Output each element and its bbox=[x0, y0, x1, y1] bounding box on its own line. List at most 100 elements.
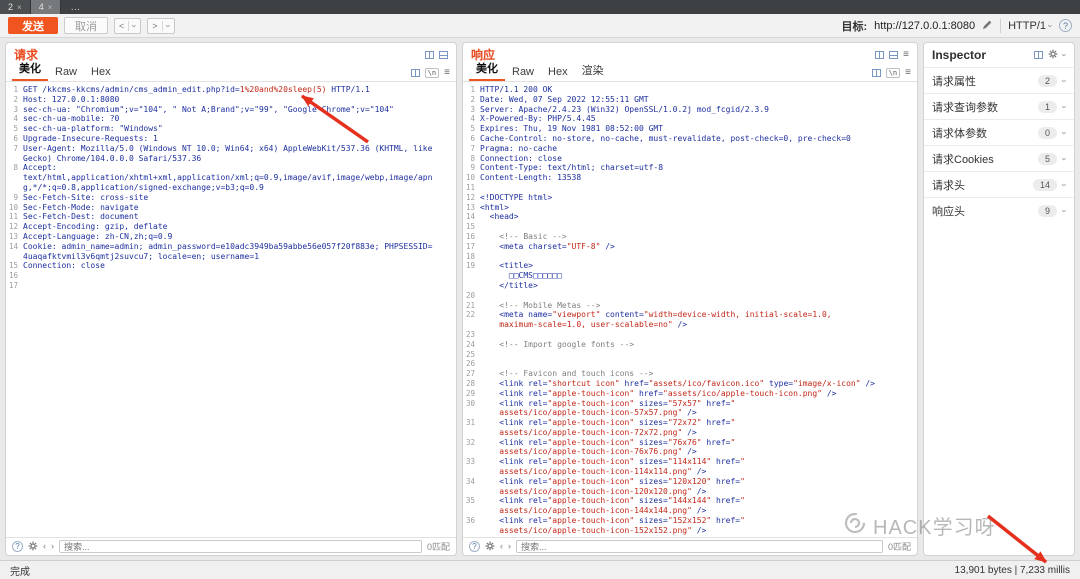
split-vertical-icon[interactable] bbox=[425, 50, 434, 59]
editor-line: 9 Sec-Fetch-Site: cross-site bbox=[13, 192, 149, 202]
next-match-icon[interactable]: › bbox=[51, 542, 54, 551]
close-icon[interactable]: × bbox=[17, 3, 22, 12]
split-vertical-icon[interactable] bbox=[875, 50, 885, 59]
tab-label: 4 bbox=[38, 2, 44, 12]
editor-line: 4 sec-ch-ua-mobile: ?0 bbox=[13, 114, 120, 124]
show-newlines-icon[interactable]: \n bbox=[424, 68, 440, 78]
back-history-dropdown[interactable]: › bbox=[128, 20, 140, 31]
tab-pretty[interactable]: 美化 bbox=[12, 60, 48, 81]
editor-line: 2 Date: Wed, 07 Sep 2022 12:55:11 GMT bbox=[470, 94, 649, 104]
editor-line: 15 bbox=[465, 222, 475, 232]
editor-line: 16 bbox=[8, 271, 18, 281]
editor-line: 2 Host: 127.0.0.1:8080 bbox=[13, 94, 120, 104]
editor-line: 10 Sec-Fetch-Mode: navigate bbox=[8, 202, 139, 212]
http-version-selector[interactable]: HTTP/1 › bbox=[1008, 20, 1055, 32]
tab-raw[interactable]: Raw bbox=[48, 66, 84, 81]
editor-line: 30 <link rel="apple-touch-icon" sizes="5… bbox=[465, 398, 736, 408]
tabs-overflow-icon[interactable]: … bbox=[61, 0, 89, 14]
count-badge: 0 bbox=[1037, 126, 1057, 139]
history-back-button[interactable]: < › bbox=[114, 17, 142, 34]
back-arrow-icon[interactable]: < bbox=[115, 21, 128, 31]
chevron-down-icon: › bbox=[1059, 157, 1070, 160]
show-newlines-icon[interactable]: \n bbox=[885, 68, 901, 78]
main-content: 请求 美化 Raw Hex \n ≡ 1 GET /kkcms-kkcms/adm… bbox=[0, 38, 1080, 560]
edit-target-icon[interactable] bbox=[982, 17, 993, 35]
tab-hex[interactable]: Hex bbox=[84, 66, 118, 81]
editor-line: 19 <title> bbox=[465, 261, 533, 271]
inspector-section-request-headers[interactable]: 请求头 14 › bbox=[924, 171, 1074, 197]
burp-repeater-window: 2 × 4 × … 发送 取消 < › > › 目标: http://127.0… bbox=[0, 0, 1080, 579]
send-button[interactable]: 发送 bbox=[8, 17, 58, 34]
split-horizontal-icon[interactable] bbox=[889, 50, 899, 59]
forward-history-dropdown[interactable]: › bbox=[161, 20, 174, 31]
chevron-down-icon: › bbox=[1059, 131, 1070, 134]
tab-render[interactable]: 渲染 bbox=[575, 62, 611, 81]
gear-icon[interactable] bbox=[485, 541, 495, 553]
editor-line: 31 <link rel="apple-touch-icon" sizes="7… bbox=[465, 418, 736, 428]
panel-menu-icon[interactable]: ≡ bbox=[903, 49, 909, 60]
editor-line: assets/ico/apple-touch-icon-152x152.png"… bbox=[480, 525, 707, 535]
editor-line: maximum-scale=1.0, user-scalable=no" /> bbox=[480, 320, 688, 330]
editor-line: Gecko) Chrome/104.0.0.0 Safari/537.36 bbox=[23, 153, 202, 163]
editor-line: 16 <!-- Basic --> bbox=[465, 231, 567, 241]
close-icon[interactable]: × bbox=[48, 3, 53, 12]
help-icon[interactable]: ? bbox=[1059, 19, 1072, 32]
inspector-section-query-params[interactable]: 请求查询参数 1 › bbox=[924, 93, 1074, 119]
editor-line: 1 GET /kkcms-kkcms/admin/cms_admin_edit.p… bbox=[13, 85, 370, 94]
editor-line: 17 <meta charset="UTF-8" /> bbox=[465, 241, 615, 251]
cancel-button[interactable]: 取消 bbox=[64, 17, 108, 34]
editor-line: □□CMS□□□□□□ bbox=[480, 271, 562, 281]
layout-icon[interactable] bbox=[1034, 51, 1043, 59]
collapse-icon[interactable]: › bbox=[1060, 54, 1070, 57]
count-badge: 14 bbox=[1032, 178, 1057, 191]
count-badge: 1 bbox=[1037, 100, 1057, 113]
editor-line: 21 <!-- Mobile Metas --> bbox=[465, 300, 601, 310]
previous-match-icon[interactable]: ‹ bbox=[500, 542, 503, 551]
editor-line: 12 Accept-Encoding: gzip, deflate bbox=[8, 222, 168, 232]
inspector-section-body-params[interactable]: 请求体参数 0 › bbox=[924, 119, 1074, 145]
repeater-tab-4[interactable]: 4 × bbox=[30, 0, 62, 14]
search-input[interactable] bbox=[516, 540, 883, 553]
gear-icon[interactable] bbox=[28, 541, 38, 553]
tab-hex[interactable]: Hex bbox=[541, 66, 575, 81]
editor-line: 14 <head> bbox=[465, 212, 519, 222]
history-forward-button[interactable]: > › bbox=[147, 17, 175, 34]
help-icon[interactable]: ? bbox=[12, 541, 23, 552]
editor-line: assets/ico/apple-touch-icon-76x76.png" /… bbox=[480, 447, 697, 457]
editor-line: 24 <!-- Import google fonts --> bbox=[465, 339, 635, 349]
inspector-section-cookies[interactable]: 请求Cookies 5 › bbox=[924, 145, 1074, 171]
request-search-bar: ? ‹ › 0匹配 bbox=[6, 537, 456, 555]
inspector-section-request-attributes[interactable]: 请求属性 2 › bbox=[924, 67, 1074, 93]
editor-line: 12 <!DOCTYPE html> bbox=[465, 192, 553, 202]
editor-line: 25 bbox=[465, 349, 475, 359]
next-match-icon[interactable]: › bbox=[508, 542, 511, 551]
editor-menu-icon[interactable]: ≡ bbox=[905, 68, 911, 78]
repeater-tab-bar: 2 × 4 × … bbox=[0, 0, 1080, 14]
forward-arrow-icon[interactable]: > bbox=[148, 21, 161, 31]
previous-match-icon[interactable]: ‹ bbox=[43, 542, 46, 551]
tab-raw[interactable]: Raw bbox=[505, 66, 541, 81]
request-editor[interactable]: 1 GET /kkcms-kkcms/admin/cms_admin_edit.p… bbox=[6, 82, 456, 537]
editor-line: 1 HTTP/1.1 200 OK bbox=[470, 85, 553, 94]
editor-line: 8 Connection: close bbox=[470, 153, 562, 163]
editor-menu-icon[interactable]: ≡ bbox=[444, 68, 450, 78]
layout-icon[interactable] bbox=[410, 69, 420, 77]
inspector-title: Inspector bbox=[932, 48, 987, 62]
editor-line: 4 X-Powered-By: PHP/5.4.45 bbox=[470, 114, 596, 124]
editor-line: 33 <link rel="apple-touch-icon" sizes="1… bbox=[465, 457, 745, 467]
help-icon[interactable]: ? bbox=[469, 541, 480, 552]
inspector-panel: Inspector › 请求属性 2 › 请求查询参数 1 › 请求体参数 0 … bbox=[923, 42, 1075, 556]
status-metrics: 13,901 bytes | 7,233 millis bbox=[954, 564, 1070, 576]
layout-icon[interactable] bbox=[871, 69, 881, 77]
split-horizontal-icon[interactable] bbox=[439, 50, 448, 59]
editor-line: 5 sec-ch-ua-platform: "Windows" bbox=[13, 124, 163, 134]
editor-line: 18 bbox=[465, 251, 475, 261]
editor-line: g,*/*;q=0.8,application/signed-exchange;… bbox=[23, 182, 264, 192]
repeater-tab-2[interactable]: 2 × bbox=[0, 0, 31, 14]
gear-icon[interactable] bbox=[1048, 49, 1058, 61]
editor-line: 3 sec-ch-ua: "Chromium";v="104", " Not A;… bbox=[13, 104, 394, 114]
tab-pretty[interactable]: 美化 bbox=[469, 60, 505, 81]
inspector-section-response-headers[interactable]: 响应头 9 › bbox=[924, 197, 1074, 223]
search-input[interactable] bbox=[59, 540, 422, 553]
response-editor[interactable]: 1 HTTP/1.1 200 OK 2 Date: Wed, 07 Sep 2022 … bbox=[463, 82, 917, 537]
